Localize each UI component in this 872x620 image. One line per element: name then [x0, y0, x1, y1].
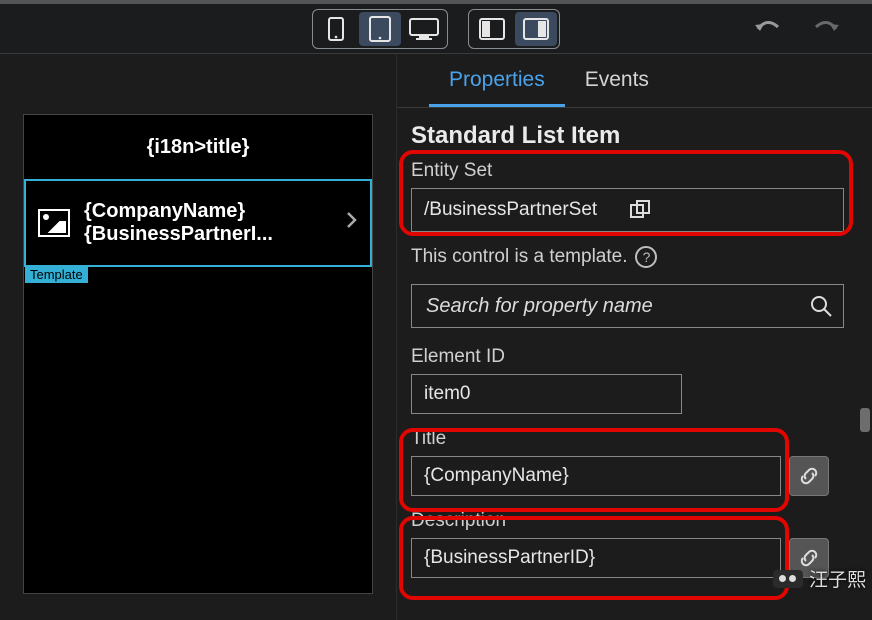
device-tablet-button[interactable] [359, 12, 401, 46]
orientation-portrait-button[interactable] [471, 12, 513, 46]
title-label: Title [411, 428, 844, 450]
section-title: Standard List Item [411, 122, 844, 150]
entity-set-browse-icon[interactable] [629, 199, 834, 221]
chevron-right-icon [346, 211, 358, 235]
template-hint: This control is a template. ? [411, 246, 844, 268]
top-toolbar [0, 0, 872, 54]
property-search[interactable] [411, 284, 844, 328]
description-label: Description [411, 510, 844, 532]
watermark-icon [773, 570, 803, 588]
description-input[interactable] [411, 538, 781, 578]
watermark: 汪子熙 [773, 565, 866, 592]
standard-list-item[interactable]: {CompanyName} {BusinessPartnerI... Templ… [24, 179, 372, 267]
link-icon [798, 465, 820, 487]
device-selector [312, 9, 448, 49]
list-item-description: {BusinessPartnerI... [84, 223, 332, 246]
info-icon[interactable]: ? [635, 246, 657, 268]
orientation-selector [468, 9, 560, 49]
device-desktop-button[interactable] [403, 12, 445, 46]
history-controls [752, 19, 842, 39]
preview-device: {i18n>title} {CompanyName} {BusinessPart… [23, 114, 373, 594]
title-input[interactable] [411, 456, 781, 496]
tab-events[interactable]: Events [565, 54, 669, 107]
element-id-input[interactable] [411, 374, 682, 414]
device-phone-button[interactable] [315, 12, 357, 46]
tabs: Properties Events [397, 54, 872, 108]
orientation-landscape-button[interactable] [515, 12, 557, 46]
element-id-label: Element ID [411, 346, 844, 368]
properties-pane: Properties Events Standard List Item Ent… [396, 54, 872, 620]
entity-set-input[interactable]: /BusinessPartnerSet [411, 188, 844, 232]
canvas-pane: {i18n>title} {CompanyName} {BusinessPart… [0, 54, 396, 620]
image-placeholder-icon [38, 209, 70, 237]
tab-properties[interactable]: Properties [429, 54, 565, 107]
search-icon [809, 294, 833, 318]
list-item-title: {CompanyName} [84, 200, 332, 223]
redo-button[interactable] [812, 19, 842, 39]
scrollbar-thumb[interactable] [860, 408, 870, 432]
title-bind-button[interactable] [789, 456, 829, 496]
property-search-input[interactable] [426, 295, 809, 318]
entity-set-label: Entity Set [411, 160, 844, 182]
page-title: {i18n>title} [24, 115, 372, 179]
undo-button[interactable] [752, 19, 782, 39]
template-badge: Template [25, 266, 88, 283]
